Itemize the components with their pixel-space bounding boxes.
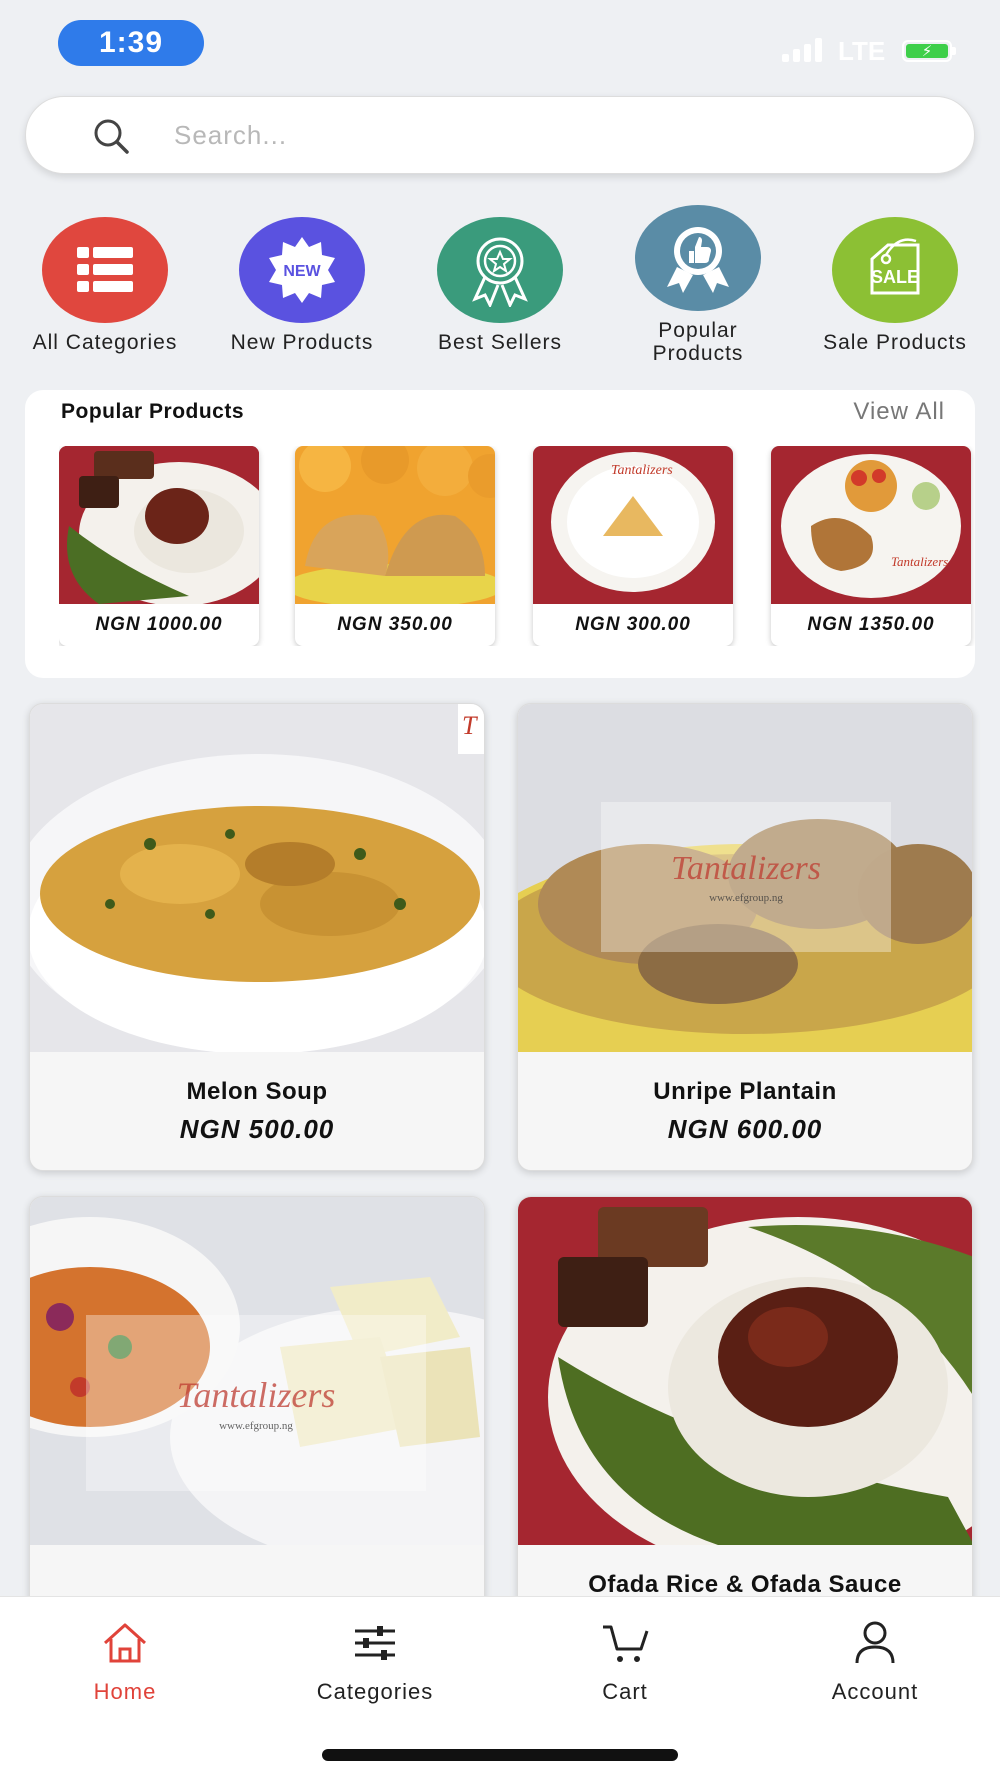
rice-and-meat-photo [59,446,259,604]
category-new-products[interactable]: NEW New Products [212,217,392,354]
category-best-sellers[interactable]: Best Sellers [410,217,590,354]
product-price: NGN 600.00 [667,1114,823,1144]
product-card[interactable]: T Melon Soup NGN 500.00 [29,703,485,1171]
home-indicator[interactable] [322,1749,678,1761]
product-card[interactable]: Tantalizers www.efgroup.ng [29,1196,485,1636]
search-bar[interactable] [25,96,975,174]
nav-label: Cart [602,1679,648,1704]
sliders-icon [355,1626,395,1660]
category-popular-products[interactable]: Popular Products [608,205,788,365]
samosa-plate-photo: Tantalizers [533,446,733,604]
home-screen: 1:39 LTE ⚡ All Categories [0,0,1000,1778]
status-time: 1:39 [58,20,204,66]
search-icon [94,119,129,154]
popular-product-card[interactable]: Tantalizers NGN 300.00 [533,446,733,646]
search-input[interactable] [174,113,934,157]
popular-product-card[interactable]: Tantalizers NGN 1350.00 [771,446,971,646]
product-name: Melon Soup [186,1078,328,1105]
watermark-text: Tantalizers [176,1375,336,1415]
section-title: Popular Products [61,400,245,423]
popular-product-card[interactable]: NGN 350.00 [295,446,495,646]
bottom-navigation: Home Categories Cart Account [0,1596,1000,1778]
watermark-logo: Tantalizers www.efgroup.ng [601,802,891,952]
melon-soup-photo: T [30,704,484,1052]
cart-icon [603,1625,649,1662]
product-name: Ofada Rice & Ofada Sauce [588,1571,902,1598]
nav-label: Home [93,1679,157,1704]
home-icon [103,1623,147,1663]
list-icon [42,217,168,323]
new-badge-icon: NEW [239,217,365,323]
nav-cart[interactable]: Cart [525,1619,725,1705]
category-label: Popular Products [652,319,744,365]
thumbs-up-award-icon [635,205,761,311]
ofada-rice-photo [518,1197,972,1545]
popular-product-card[interactable]: NGN 1000.00 [59,446,259,646]
category-label: All Categories [32,331,178,354]
view-all-link[interactable]: View All [853,398,945,426]
category-label: Best Sellers [437,331,563,354]
user-icon [855,1621,895,1664]
chicken-plate-photo: Tantalizers [771,446,971,604]
popular-products-carousel[interactable]: NGN 1000.00 NGN 350.00 Tantalizers NGN 3… [59,446,975,646]
category-all-categories[interactable]: All Categories [15,217,195,354]
nav-home[interactable]: Home [25,1619,225,1705]
product-card[interactable]: Tantalizers www.efgroup.ng Unripe Planta… [517,703,973,1171]
svg-text:Tantalizers: Tantalizers [611,463,673,478]
watermark-url: www.efgroup.ng [709,892,783,904]
sale-tag-icon: SALE [832,217,958,323]
watermark-logo: Tantalizers www.efgroup.ng [86,1315,426,1491]
category-label: New Products [230,331,374,354]
network-type: LTE [838,36,886,66]
category-label: Sale Products [823,331,967,354]
watermark-url: www.efgroup.ng [219,1420,293,1432]
product-price: NGN 1000.00 [95,614,223,635]
product-card[interactable]: Ofada Rice & Ofada Sauce [517,1196,973,1636]
svg-text:SALE: SALE [871,267,919,287]
pastries-photo [295,446,495,604]
status-bar: 1:39 LTE ⚡ [0,0,1000,90]
svg-text:NEW: NEW [283,263,321,280]
product-name: Unripe Plantain [653,1078,837,1105]
product-price: NGN 1350.00 [807,614,935,635]
signal-icon [782,38,822,62]
svg-text:Tantalizers: Tantalizers [891,554,948,569]
product-price: NGN 300.00 [575,614,691,635]
yam-and-soup-photo: Tantalizers www.efgroup.ng [30,1197,484,1545]
award-ribbon-icon [437,217,563,323]
product-price: NGN 500.00 [179,1114,335,1144]
nav-label: Categories [316,1679,434,1704]
popular-products-section: Popular Products View All NGN 1000.00 NG… [25,390,975,678]
battery-charging-icon: ⚡ [902,40,956,62]
unripe-plantain-photo: Tantalizers www.efgroup.ng [518,704,972,1052]
watermark-text: Tantalizers [671,850,821,887]
nav-label: Account [831,1679,919,1704]
product-price: NGN 350.00 [337,614,453,635]
nav-categories[interactable]: Categories [275,1619,475,1705]
category-sale-products[interactable]: SALE Sale Products [805,217,985,354]
nav-account[interactable]: Account [775,1619,975,1705]
svg-text:T: T [462,711,478,740]
category-shortcuts: All Categories NEW New Products Best Sel… [0,205,1000,375]
